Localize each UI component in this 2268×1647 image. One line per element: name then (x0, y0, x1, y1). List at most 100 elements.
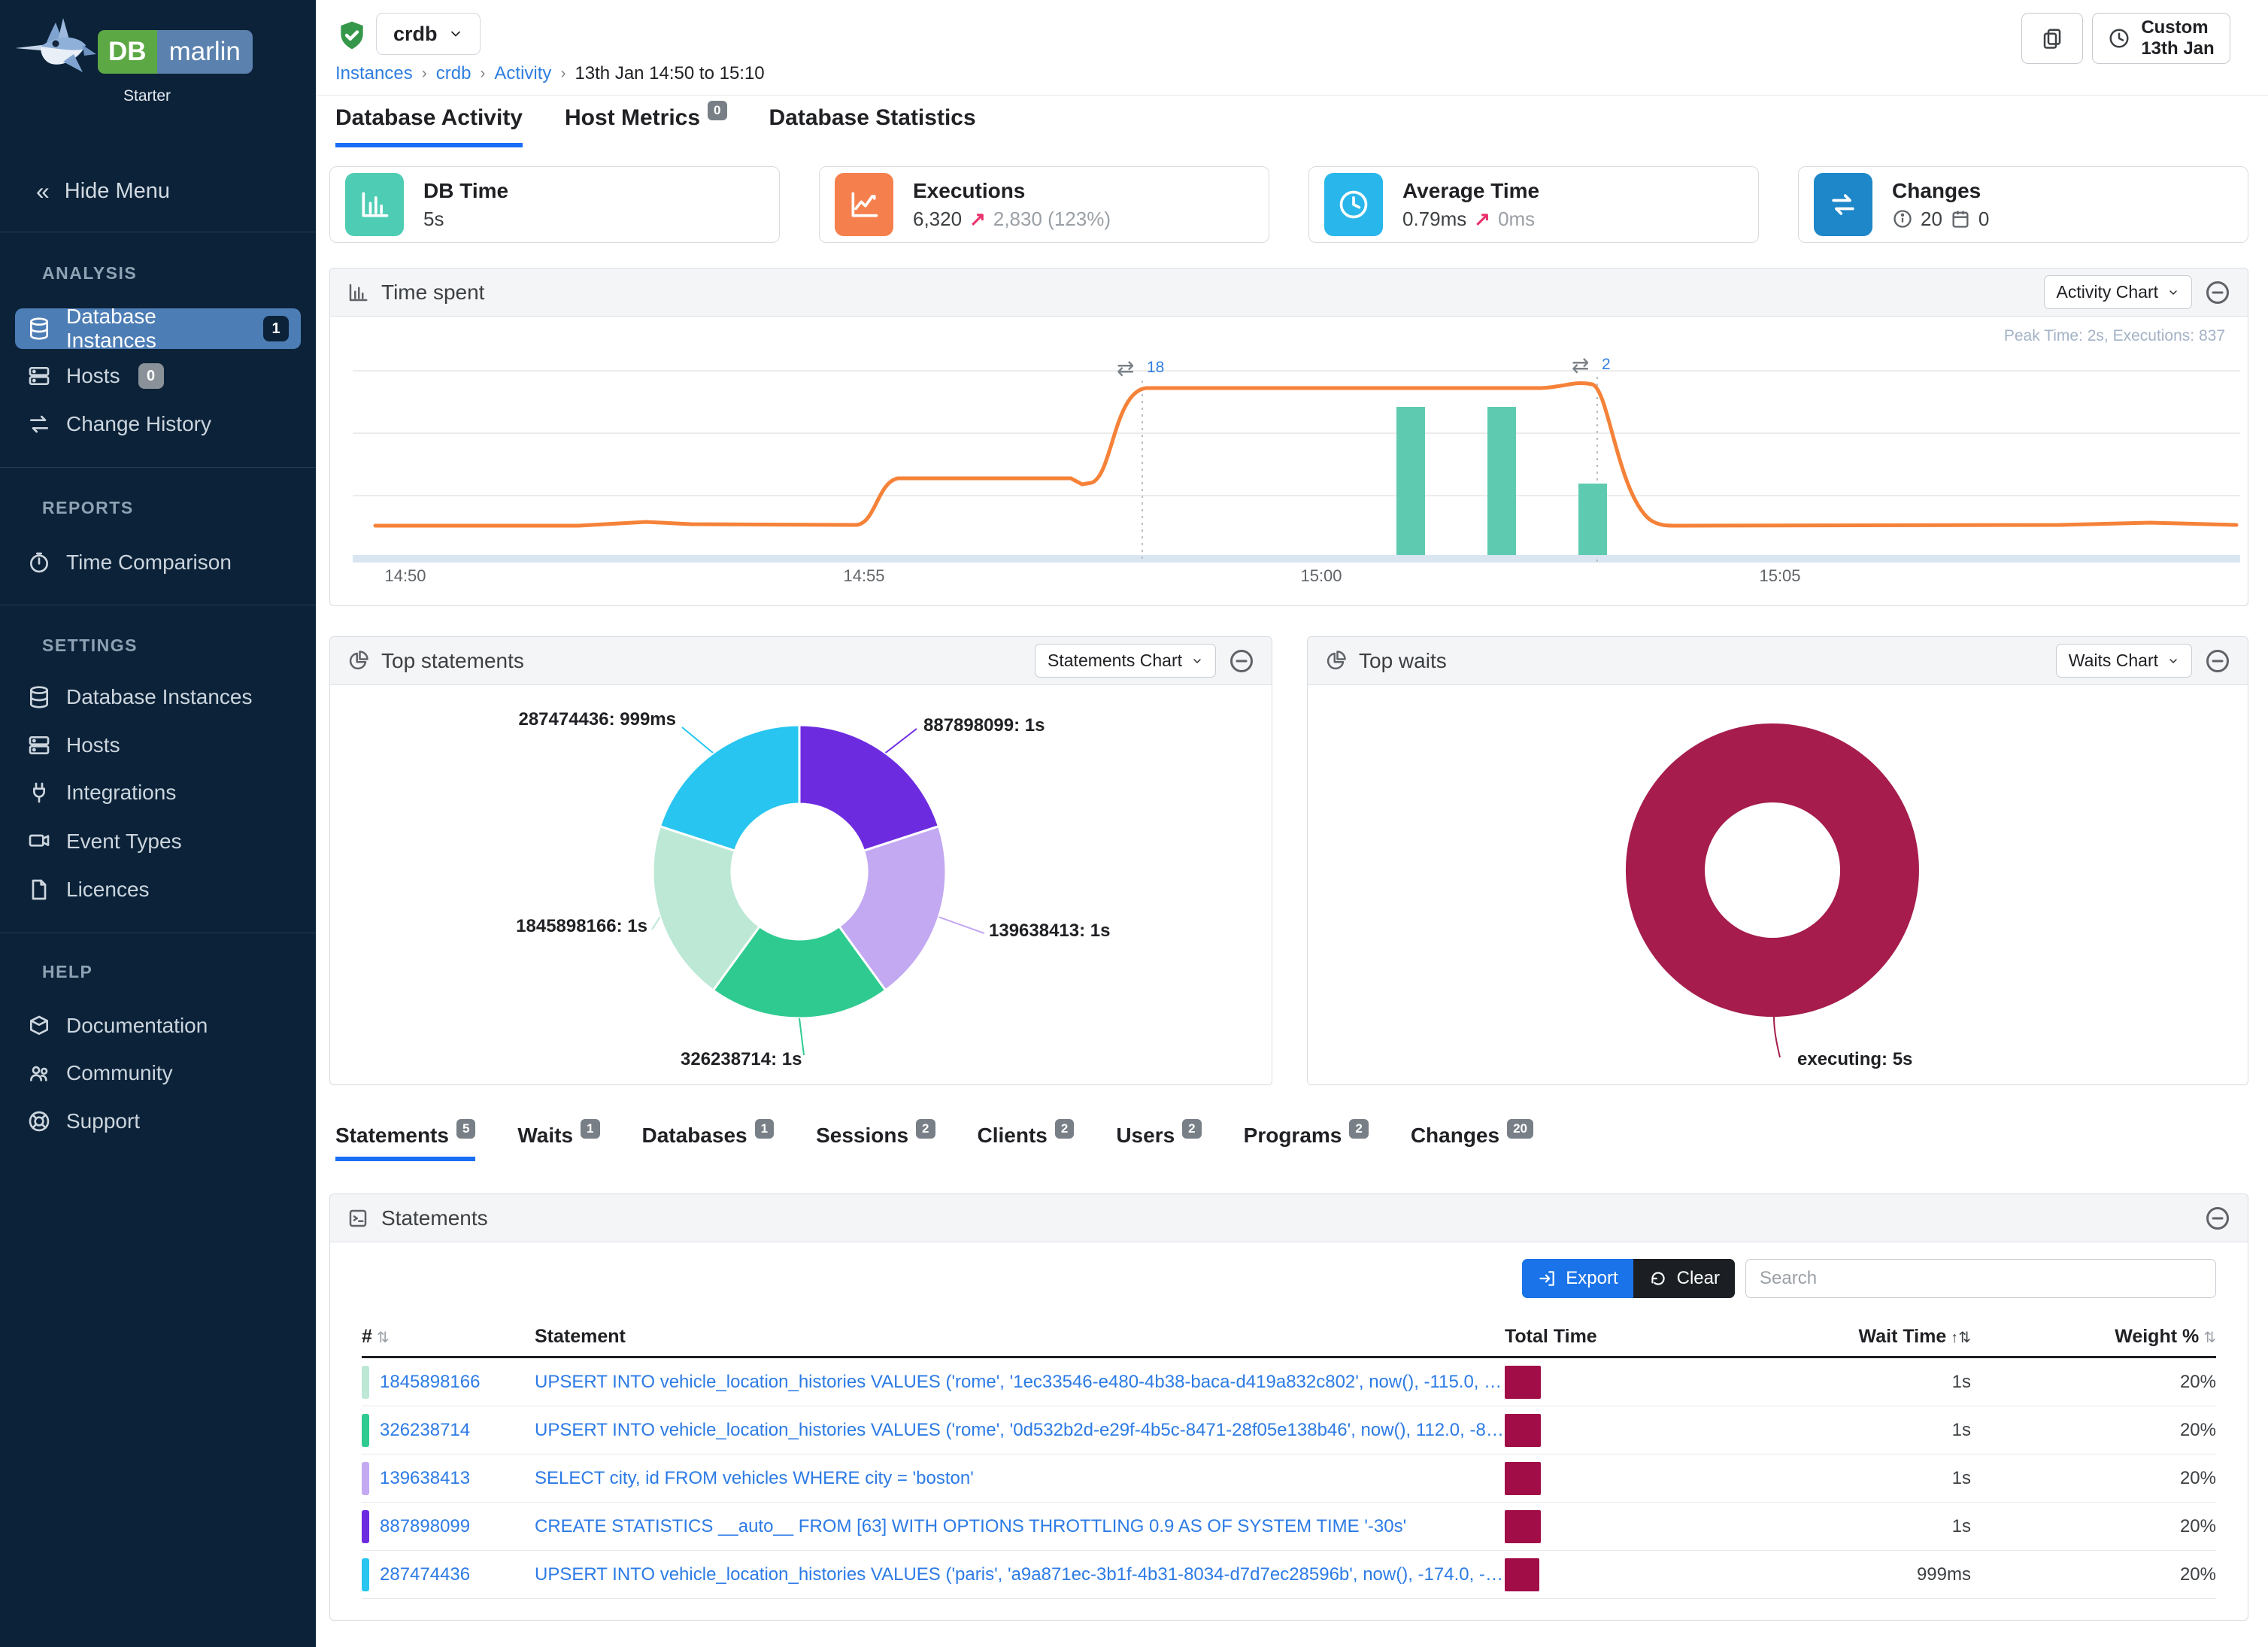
statement-id-link[interactable]: 326238714 (380, 1420, 470, 1441)
tab-label: Clients (978, 1124, 1048, 1148)
breadcrumb-crdb[interactable]: crdb (436, 63, 471, 84)
sidebar-item-licences[interactable]: Licences (15, 869, 301, 910)
statements-panel-header: Statements (330, 1194, 2248, 1242)
avg-time-delta: 0ms (1498, 208, 1535, 231)
time-range-button[interactable]: Custom 13th Jan (2092, 13, 2230, 64)
slice-label-executing: executing: 5s (1797, 1049, 1912, 1070)
collapse-icon: « (36, 177, 50, 205)
table-row: 887898099 CREATE STATISTICS __auto__ FRO… (362, 1503, 2216, 1551)
change-marker-icon: ⇄ (1117, 356, 1134, 380)
column-header-wait-time[interactable]: Wait Time↑⇅ (1610, 1326, 1971, 1348)
sidebar-item-time-comparison[interactable]: Time Comparison (15, 542, 301, 583)
statement-link[interactable]: UPSERT INTO vehicle_location_histories V… (535, 1564, 1505, 1585)
table-toolbar: Export Clear (330, 1242, 2248, 1298)
hide-menu-button[interactable]: « Hide Menu (36, 177, 170, 205)
licence-document-icon (27, 878, 51, 902)
statement-list-icon (347, 1207, 369, 1230)
tab-label: Users (1116, 1124, 1175, 1148)
tab-database-activity[interactable]: Database Activity (335, 105, 523, 147)
sidebar-item-support[interactable]: Support (15, 1101, 301, 1142)
statements-donut-chart[interactable]: 287474436: 999ms 887898099: 1s 184589816… (330, 685, 1272, 1085)
tab-changes[interactable]: Changes 20 (1411, 1124, 1533, 1161)
tab-database-statistics[interactable]: Database Statistics (769, 105, 976, 147)
instance-selector[interactable]: crdb (376, 13, 481, 55)
sidebar-item-event-types[interactable]: Event Types (15, 821, 301, 862)
column-header-weight[interactable]: Weight %⇅ (1971, 1326, 2216, 1348)
sidebar-item-settings-hosts[interactable]: Hosts (15, 725, 301, 766)
tab-waits[interactable]: Waits 1 (517, 1124, 599, 1161)
tab-databases[interactable]: Databases 1 (642, 1124, 775, 1161)
copy-link-button[interactable] (2021, 13, 2083, 64)
tab-label: Changes (1411, 1124, 1499, 1148)
breadcrumb-activity[interactable]: Activity (494, 63, 551, 84)
statement-link[interactable]: UPSERT INTO vehicle_location_histories V… (535, 1372, 1505, 1393)
trend-up-icon: ↗ (969, 208, 986, 231)
plug-icon (27, 781, 51, 805)
statement-id-link[interactable]: 287474436 (380, 1564, 470, 1585)
statement-id-link[interactable]: 1845898166 (380, 1372, 480, 1393)
sidebar-item-settings-database-instances[interactable]: Database Instances (15, 677, 301, 717)
detail-tabs: Statements 5 Waits 1 Databases 1 Session… (335, 1124, 1533, 1161)
tab-sessions[interactable]: Sessions 2 (816, 1124, 935, 1161)
x-tick: 15:05 (1759, 566, 1800, 585)
wait-time-value: 999ms (1610, 1564, 1971, 1585)
line-chart-icon (835, 173, 893, 236)
tab-programs[interactable]: Programs 2 (1244, 1124, 1369, 1161)
statement-link[interactable]: UPSERT INTO vehicle_location_histories V… (535, 1420, 1505, 1441)
tab-users[interactable]: Users 2 (1116, 1124, 1201, 1161)
sidebar-item-label: Database Instances (66, 685, 253, 709)
logo-db-text: DB (98, 30, 157, 74)
server-icon (27, 364, 51, 388)
sidebar-item-integrations[interactable]: Integrations (15, 772, 301, 813)
card-title: DB Time (423, 179, 508, 203)
collapse-panel-icon[interactable] (2204, 648, 2231, 675)
export-button[interactable]: Export (1522, 1259, 1633, 1298)
column-header-statement[interactable]: Statement (535, 1326, 1505, 1348)
collapse-panel-icon[interactable] (2204, 1205, 2231, 1232)
info-icon (1892, 208, 1913, 229)
sidebar-item-documentation[interactable]: Documentation (15, 1005, 301, 1046)
collapse-panel-icon[interactable] (2204, 279, 2231, 306)
column-header-total-time[interactable]: Total Time (1505, 1326, 1610, 1348)
statement-color-bar (362, 1462, 369, 1495)
card-average-time: Average Time 0.79ms ↗ 0ms (1308, 166, 1759, 243)
search-input[interactable] (1745, 1259, 2216, 1298)
divider (0, 467, 316, 468)
sidebar-item-hosts[interactable]: Hosts 0 (15, 356, 301, 396)
sidebar-item-database-instances[interactable]: Database Instances 1 (15, 308, 301, 349)
sidebar-item-change-history[interactable]: Change History (15, 404, 301, 444)
clear-button[interactable]: Clear (1633, 1259, 1735, 1298)
total-time-bar (1505, 1366, 1541, 1399)
change-marker-count: 18 (1147, 359, 1164, 376)
column-header-id[interactable]: #⇅ (362, 1326, 535, 1348)
donut-slice-executing (1626, 723, 1919, 1017)
statements-chart-selector[interactable]: Statements Chart (1035, 644, 1216, 678)
card-executions: Executions 6,320 ↗ 2,830 (123%) (819, 166, 1269, 243)
bar-chart-icon (345, 173, 404, 236)
time-spent-chart[interactable]: ⇄ 18 ⇄ 2 14:50 14:55 15:00 15:05 (330, 317, 2248, 605)
tab-host-metrics[interactable]: Host Metrics 0 (565, 105, 727, 147)
tab-statements[interactable]: Statements 5 (335, 1124, 475, 1161)
breadcrumb-instances[interactable]: Instances (335, 63, 413, 84)
dbmarlin-logo: DB marlin (98, 30, 253, 74)
breadcrumb-time-range: 13th Jan 14:50 to 15:10 (575, 63, 764, 84)
waits-donut-chart[interactable]: executing: 5s (1308, 685, 2248, 1085)
tab-clients[interactable]: Clients 2 (978, 1124, 1075, 1161)
sidebar-item-community[interactable]: Community (15, 1053, 301, 1093)
tab-badge: 2 (1349, 1119, 1368, 1139)
x-tick: 14:55 (843, 566, 884, 585)
sort-icon: ⇅ (377, 1330, 390, 1346)
community-people-icon (27, 1061, 51, 1085)
statement-link[interactable]: SELECT city, id FROM vehicles WHERE city… (535, 1468, 1505, 1489)
total-time-bar (1505, 1462, 1541, 1495)
activity-chart-selector[interactable]: Activity Chart (2044, 275, 2192, 309)
statement-color-bar (362, 1510, 369, 1543)
collapse-panel-icon[interactable] (1228, 648, 1255, 675)
card-title: Executions (913, 179, 1111, 203)
statement-id-link[interactable]: 887898099 (380, 1516, 470, 1537)
statement-link[interactable]: CREATE STATISTICS __auto__ FROM [63] WIT… (535, 1516, 1505, 1537)
calendar-icon (1950, 208, 1971, 229)
statement-id-link[interactable]: 139638413 (380, 1468, 470, 1489)
waits-chart-selector[interactable]: Waits Chart (2056, 644, 2192, 678)
clock-icon (1324, 173, 1383, 236)
